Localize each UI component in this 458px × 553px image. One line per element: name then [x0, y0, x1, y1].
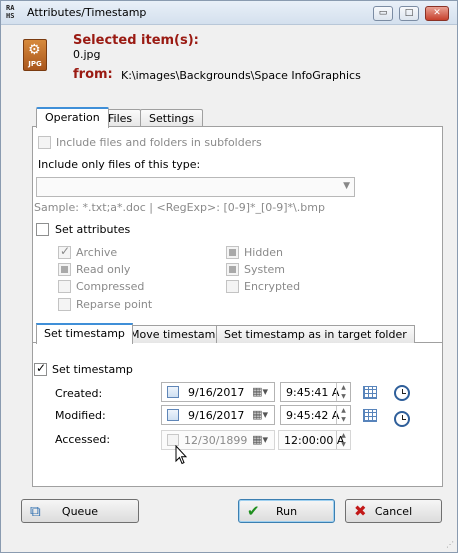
set-attributes-checkbox[interactable] [36, 223, 49, 236]
cancel-button-label: Cancel [374, 505, 413, 518]
system-label: System [244, 263, 286, 276]
archive-checkbox[interactable]: ✓ [58, 244, 71, 259]
accessed-label: Accessed: [55, 433, 111, 446]
modified-date-value: 9/16/2017 [188, 409, 245, 422]
created-date-picker[interactable]: 9/16/2017 ▦▾ [161, 382, 275, 402]
archive-label: Archive [76, 246, 118, 259]
chevron-down-icon: ▼ [343, 181, 350, 191]
run-button-label: Run [275, 505, 298, 518]
created-time-picker[interactable]: 9:45:41 A ▲ ▼ [280, 382, 351, 402]
calendar-dropdown-icon[interactable]: ▦▾ [252, 385, 268, 398]
jpg-file-icon: ⚙ JPG [23, 39, 47, 71]
calendar-dropdown-icon[interactable]: ▦▾ [252, 408, 268, 421]
modified-time-value: 9:45:42 A [286, 409, 340, 422]
mouse-cursor-icon [175, 445, 187, 465]
accessed-time-spinner[interactable]: ▲ ▼ [336, 431, 350, 449]
file-type-combo[interactable]: ▼ [36, 177, 355, 197]
set-attributes-label: Set attributes [55, 223, 131, 236]
run-button[interactable]: ✔ Run [238, 499, 335, 523]
tab-set-timestamp-target[interactable]: Set timestamp as in target folder [216, 325, 415, 343]
tab-set-timestamp-label: Set timestamp [44, 327, 125, 340]
file-extension-label: JPG [28, 60, 42, 68]
minimize-icon: ▭ [378, 8, 388, 18]
tab-settings[interactable]: Settings [140, 109, 204, 127]
title-bar[interactable]: RA HS Attributes/Timestamp ▭ □ ✕ [1, 1, 457, 25]
calendar-dropdown-icon[interactable]: ▦▾ [252, 433, 268, 446]
hidden-label: Hidden [244, 246, 284, 259]
set-timestamp-checkbox[interactable]: ✓ [34, 361, 47, 376]
window-title: Attributes/Timestamp [27, 6, 147, 19]
calendar-grid-icon[interactable] [363, 386, 377, 399]
maximize-button[interactable]: □ [399, 6, 419, 21]
set-timestamp-label: Set timestamp [52, 363, 133, 376]
tab-set-timestamp[interactable]: Set timestamp [36, 323, 133, 344]
modified-date-picker[interactable]: 9/16/2017 ▦▾ [161, 405, 275, 425]
attributes-timestamp-dialog: RA HS Attributes/Timestamp ▭ □ ✕ ⚙ JPG S… [0, 0, 458, 553]
modified-label: Modified: [55, 409, 106, 422]
source-path: K:\images\Backgrounds\Space InfoGraphics [121, 69, 361, 82]
reparse-point-label: Reparse point [76, 298, 153, 311]
sample-hint: Sample: *.txt;a*.doc | <RegExp>: [0-9]*_… [34, 201, 325, 214]
close-button[interactable]: ✕ [425, 6, 449, 21]
selected-file-name: 0.jpg [73, 48, 101, 61]
modified-time-picker[interactable]: 9:45:42 A ▲ ▼ [280, 405, 351, 425]
created-time-value: 9:45:41 A [286, 386, 340, 399]
read-only-label: Read only [76, 263, 131, 276]
tab-set-timestamp-target-label: Set timestamp as in target folder [224, 328, 407, 341]
clock-icon[interactable] [394, 411, 410, 427]
compressed-label: Compressed [76, 280, 145, 293]
resize-grip-icon[interactable]: ⋰ [446, 540, 454, 549]
tab-settings-label: Settings [149, 112, 195, 125]
created-date-value: 9/16/2017 [188, 386, 245, 399]
include-subfolders-label: Include files and folders in subfolders [56, 136, 262, 149]
from-label: from: [73, 67, 113, 82]
tab-operation[interactable]: Operation [36, 107, 109, 128]
maximize-icon: □ [404, 8, 414, 18]
system-checkbox[interactable] [226, 263, 239, 276]
compressed-checkbox[interactable] [58, 280, 71, 293]
created-label: Created: [55, 387, 103, 400]
modified-time-spinner[interactable]: ▲ ▼ [336, 406, 350, 424]
reparse-point-checkbox[interactable] [58, 298, 71, 311]
accessed-date-value: 12/30/1899 [184, 434, 248, 447]
queue-button[interactable]: ⧉ Queue [21, 499, 139, 523]
read-only-checkbox[interactable] [58, 263, 71, 276]
calendar-grid-icon[interactable] [363, 409, 377, 422]
tab-files-label: Files [108, 112, 133, 125]
created-date-checkbox[interactable] [167, 386, 179, 398]
app-logo-icon: RA HS [6, 4, 15, 20]
clock-icon[interactable] [394, 385, 410, 401]
encrypted-checkbox[interactable] [226, 280, 239, 293]
include-subfolders-checkbox[interactable] [38, 136, 51, 149]
tab-operation-label: Operation [45, 111, 100, 124]
accessed-time-picker[interactable]: 12:00:00 A ▲ ▼ [278, 430, 351, 450]
created-time-spinner[interactable]: ▲ ▼ [336, 383, 350, 401]
tab-move-timestamp[interactable]: Move timestamp [122, 325, 231, 343]
queue-button-label: Queue [61, 505, 99, 518]
cancel-button[interactable]: ✖ Cancel [345, 499, 442, 523]
tab-move-timestamp-label: Move timestamp [130, 328, 223, 341]
hidden-checkbox[interactable] [226, 246, 239, 259]
modified-date-checkbox[interactable] [167, 409, 179, 421]
minimize-button[interactable]: ▭ [373, 6, 393, 21]
encrypted-label: Encrypted [244, 280, 301, 293]
include-only-label: Include only files of this type: [38, 158, 201, 171]
selected-items-label: Selected item(s): [73, 33, 199, 48]
close-icon: ✕ [433, 8, 441, 18]
